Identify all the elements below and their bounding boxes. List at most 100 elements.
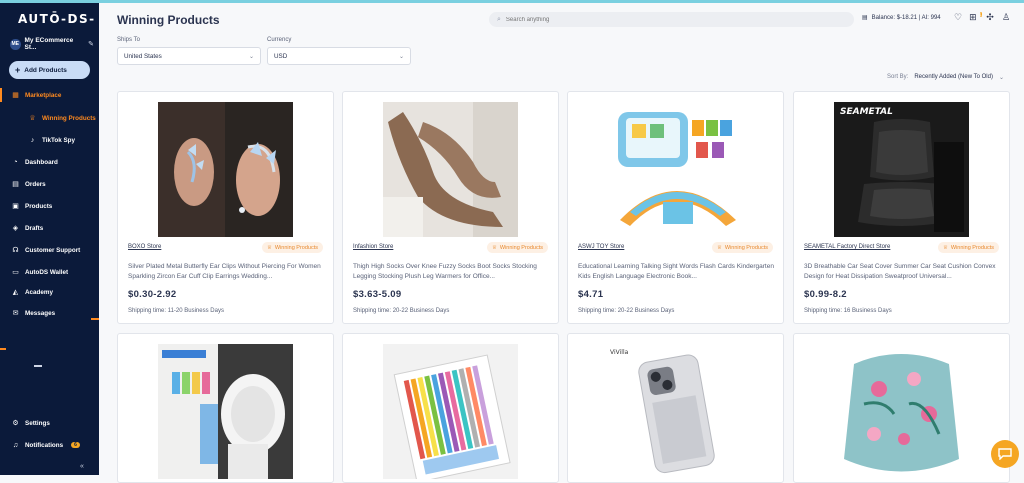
trophy-icon: ♕ <box>266 244 272 251</box>
product-image[interactable] <box>158 102 293 237</box>
sidebar-item-customer-support[interactable]: ☊ Customer Support <box>0 243 99 257</box>
sidebar-item-drafts[interactable]: ◈ Drafts <box>0 221 99 235</box>
trophy-icon: ♕ <box>942 244 948 251</box>
winning-products-badge: ♕ Winning Products <box>261 242 323 253</box>
add-products-button[interactable]: + Add Products <box>9 61 90 79</box>
product-image[interactable] <box>608 102 743 237</box>
sidebar-item-winning-products[interactable]: ♕ Winning Products <box>0 111 99 125</box>
product-title[interactable]: 3D Breathable Car Seat Cover Summer Car … <box>804 262 1000 282</box>
sidebar-item-label: Messages <box>25 309 56 317</box>
product-image[interactable] <box>834 344 969 479</box>
product-image[interactable] <box>383 102 518 237</box>
sidebar-item-autods-wallet[interactable]: ▭ AutoDS Wallet <box>0 265 99 279</box>
product-price: $0.30-2.92 <box>128 289 177 300</box>
gear-icon: ⚙ <box>12 420 19 427</box>
ships-to-select[interactable]: United States ⌄ <box>117 47 261 65</box>
product-card[interactable]: BOXO Store ♕ Winning Products Silver Plat… <box>117 91 334 324</box>
app-logo[interactable]: AUTŌ-DS- <box>18 12 96 26</box>
product-image[interactable] <box>158 344 293 479</box>
product-title[interactable]: Thigh High Socks Over Knee Fuzzy Socks B… <box>353 262 549 282</box>
product-image[interactable] <box>383 344 518 479</box>
user-icon[interactable]: ♙ <box>1001 12 1011 23</box>
product-price: $3.63-5.09 <box>353 289 402 300</box>
store-selector[interactable]: ME My ECommerce St... ✎ <box>10 37 94 51</box>
sidebar-item-label: TikTok Spy <box>42 136 76 144</box>
sidebar-item-label: Customer Support <box>25 246 81 254</box>
sidebar-item-label: Marketplace <box>25 91 62 99</box>
scroll-marker <box>0 348 6 350</box>
sidebar-item-label: Orders <box>25 180 46 188</box>
heart-icon[interactable]: ♡ <box>953 12 963 23</box>
ships-to-value: United States <box>124 52 162 60</box>
orders-icon: ▤ <box>12 181 19 188</box>
sidebar-item-tiktok-spy[interactable]: ♪ TikTok Spy <box>0 133 99 147</box>
sidebar-item-dashboard[interactable]: ◔ Dashboard <box>0 155 99 169</box>
chat-support-button[interactable] <box>991 440 1019 468</box>
balance-text: Balance: $-18.21 | AI: 994 <box>871 14 941 21</box>
currency-label: Currency <box>267 37 292 43</box>
currency-select[interactable]: USD ⌄ <box>267 47 411 65</box>
chevron-down-icon: ⌄ <box>248 53 254 60</box>
sidebar-item-messages[interactable]: ✉ Messages <box>0 306 99 320</box>
notifications-count-badge: 6 <box>71 442 80 448</box>
dashboard-gauge-icon: ◔ <box>13 158 18 166</box>
chat-bubble-icon <box>998 448 1012 460</box>
edit-pencil-icon[interactable]: ✎ <box>88 40 94 48</box>
page-title: Winning Products <box>117 13 220 27</box>
sidebar-item-label: Notifications <box>25 441 64 449</box>
scroll-marker <box>34 365 42 367</box>
sidebar-item-products[interactable]: ▣ Products <box>0 199 99 213</box>
sidebar-item-label: Winning Products <box>42 114 96 122</box>
badge-label: Winning Products <box>724 244 768 251</box>
headset-icon: ☊ <box>12 247 19 254</box>
product-card[interactable]: SEAMETAL SEAMETAL Factory Direct Store ♕… <box>793 91 1010 324</box>
seametal-logo: SEAMETAL <box>840 107 893 117</box>
trophy-icon: ♕ <box>716 244 722 251</box>
product-card[interactable]: ASWJ TOY Store ♕ Winning Products Educati… <box>567 91 784 324</box>
envelope-icon: ✉ <box>12 310 19 317</box>
product-price: $4.71 <box>578 289 604 300</box>
sort-value: Recently Added (New To Old) <box>914 74 993 80</box>
sidebar-item-settings[interactable]: ⚙ Settings <box>0 416 99 430</box>
puzzle-icon[interactable]: ✣ <box>985 12 995 23</box>
product-image[interactable]: SEAMETAL <box>834 102 969 237</box>
product-card[interactable] <box>117 333 334 483</box>
case-brand: ViVilla <box>610 349 629 356</box>
product-card[interactable]: Infashion Store ♕ Winning Products Thigh … <box>342 91 559 324</box>
sort-by[interactable]: Sort By: Recently Added (New To Old) ⌄ <box>887 74 1004 81</box>
sidebar-item-orders[interactable]: ▤ Orders <box>0 177 99 191</box>
shipping-time: Shipping time: 20-22 Business Days <box>353 308 450 314</box>
store-link[interactable]: BOXO Store <box>128 244 161 250</box>
product-card[interactable] <box>793 333 1010 483</box>
product-card[interactable]: ViVilla <box>567 333 784 483</box>
product-title[interactable]: Silver Plated Metal Butterfly Ear Clips … <box>128 262 324 282</box>
store-name: My ECommerce St... <box>24 37 74 51</box>
store-link[interactable]: SEAMETAL Factory Direct Store <box>804 244 890 250</box>
trophy-icon: ♕ <box>29 115 36 122</box>
collapse-sidebar-icon[interactable]: « <box>80 463 84 470</box>
store-avatar: ME <box>10 38 21 50</box>
product-title[interactable]: Educational Learning Talking Sight Words… <box>578 262 774 282</box>
bell-icon: ♫ <box>12 441 19 449</box>
store-link[interactable]: Infashion Store <box>353 244 393 250</box>
sidebar-item-notifications[interactable]: ♫ Notifications 6 <box>0 438 99 452</box>
product-price: $0.99-8.2 <box>804 289 847 300</box>
sidebar: AUTŌ-DS- ME My ECommerce St... ✎ + Add P… <box>0 3 99 475</box>
header-icons: ♡ ⊞ 1 ✣ ♙ <box>953 12 1011 23</box>
product-image[interactable]: ViVilla <box>608 344 743 479</box>
sidebar-item-label: AutoDS Wallet <box>25 268 69 276</box>
sidebar-item-marketplace[interactable]: ▦ Marketplace <box>0 88 99 102</box>
product-card[interactable] <box>342 333 559 483</box>
balance-display[interactable]: ▤ Balance: $-18.21 | AI: 994 <box>862 14 941 22</box>
currency-value: USD <box>274 52 288 60</box>
badge-label: Winning Products <box>950 244 994 251</box>
store-link[interactable]: ASWJ TOY Store <box>578 244 624 250</box>
add-products-label: Add Products <box>24 66 67 74</box>
scroll-marker <box>91 318 99 320</box>
plus-icon: + <box>15 65 21 75</box>
cart-icon[interactable]: ⊞ 1 <box>969 12 982 23</box>
sidebar-item-label: Settings <box>25 419 50 427</box>
search-input[interactable] <box>505 16 806 23</box>
search-bar[interactable]: ⌕ <box>489 12 854 27</box>
sidebar-item-academy[interactable]: ◭ Academy <box>0 285 99 299</box>
